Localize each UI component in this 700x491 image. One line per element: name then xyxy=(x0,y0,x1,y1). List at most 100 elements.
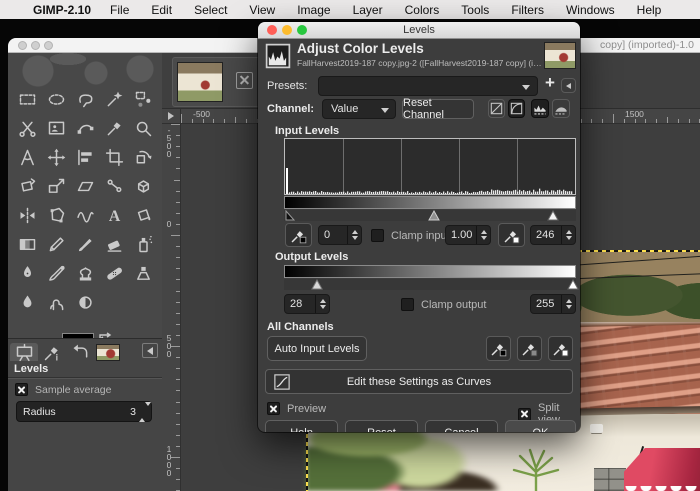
tool-rectangle-select[interactable] xyxy=(13,85,42,114)
window-minimize-button[interactable] xyxy=(31,41,40,50)
output-low-slider[interactable] xyxy=(311,279,323,290)
radius-spin-arrows[interactable] xyxy=(139,406,151,418)
clamp-input-checkbox[interactable] xyxy=(371,229,384,242)
tool-free-select[interactable] xyxy=(71,85,100,114)
ok-button[interactable]: OK xyxy=(505,420,576,432)
channel-dropdown[interactable]: Value xyxy=(322,99,396,119)
output-slider-track[interactable] xyxy=(284,279,576,290)
dialog-minimize-button[interactable] xyxy=(282,25,292,35)
menu-edit[interactable]: Edit xyxy=(140,3,183,17)
edit-as-curves-button[interactable]: Edit these Settings as Curves xyxy=(265,369,573,394)
tool-airbrush[interactable] xyxy=(129,230,158,259)
all-black-point-button[interactable] xyxy=(486,336,511,361)
radius-slider[interactable]: Radius 3 xyxy=(16,401,152,422)
all-gray-point-button[interactable] xyxy=(517,336,542,361)
window-close-button[interactable] xyxy=(18,41,27,50)
tool-paths[interactable] xyxy=(71,114,100,143)
menu-tools[interactable]: Tools xyxy=(450,3,500,17)
reset-button[interactable]: Reset xyxy=(345,420,418,432)
menu-image[interactable]: Image xyxy=(286,3,341,17)
linear-histogram-toggle[interactable] xyxy=(488,99,505,118)
tool-scale[interactable] xyxy=(42,172,71,201)
tool-warp-transform[interactable] xyxy=(71,201,100,230)
tool-measure[interactable] xyxy=(13,143,42,172)
help-button[interactable]: Help xyxy=(265,420,338,432)
dialog-close-button[interactable] xyxy=(267,25,277,35)
dock-menu-button[interactable] xyxy=(142,343,158,358)
image-tab[interactable] xyxy=(172,57,262,107)
tool-smudge[interactable] xyxy=(42,288,71,317)
tool-3d-transform[interactable] xyxy=(129,172,158,201)
vertical-ruler[interactable]: -50005001000 xyxy=(162,124,181,491)
auto-input-levels-button[interactable]: Auto Input Levels xyxy=(267,336,367,361)
menu-help[interactable]: Help xyxy=(626,3,673,17)
tool-bucket-fill[interactable] xyxy=(129,201,158,230)
input-high-slider[interactable] xyxy=(547,210,559,221)
cancel-button[interactable]: Cancel xyxy=(425,420,498,432)
sample-average-checkbox[interactable] xyxy=(15,383,28,396)
tool-select-by-color[interactable] xyxy=(129,85,158,114)
perceptual-toggle[interactable] xyxy=(508,99,525,118)
menu-colors[interactable]: Colors xyxy=(394,3,451,17)
menu-filters[interactable]: Filters xyxy=(500,3,555,17)
presets-dropdown[interactable] xyxy=(318,76,538,96)
tool-rotate[interactable] xyxy=(129,143,158,172)
tool-text[interactable]: A xyxy=(100,201,129,230)
tool-dodge-burn[interactable] xyxy=(71,288,100,317)
tool-scissors-select[interactable] xyxy=(13,114,42,143)
tab-pointer-info[interactable]: i xyxy=(38,343,66,361)
input-low-slider[interactable] xyxy=(284,210,296,221)
pick-black-point-button[interactable] xyxy=(285,223,312,247)
output-low-spinbox[interactable]: 28 xyxy=(284,294,330,314)
tool-foreground-select[interactable] xyxy=(42,114,71,143)
app-menu[interactable]: GIMP-2.10 xyxy=(25,3,99,17)
all-white-point-button[interactable] xyxy=(548,336,573,361)
output-high-spinbox[interactable]: 255 xyxy=(530,294,576,314)
tab-image-thumbnail[interactable] xyxy=(94,343,122,361)
preview-checkbox[interactable] xyxy=(267,402,280,415)
tool-clone[interactable] xyxy=(71,259,100,288)
tool-ink[interactable] xyxy=(13,259,42,288)
close-tab-icon[interactable] xyxy=(236,72,253,89)
tool-paintbrush[interactable] xyxy=(71,230,100,259)
menu-select[interactable]: Select xyxy=(183,3,238,17)
tool-pencil[interactable] xyxy=(42,230,71,259)
tool-ellipse-select[interactable] xyxy=(42,85,71,114)
split-view-checkbox[interactable] xyxy=(518,408,531,421)
clamp-output-checkbox[interactable] xyxy=(401,298,414,311)
input-low-spinbox[interactable]: 0 xyxy=(318,225,362,245)
output-high-slider[interactable] xyxy=(567,279,579,290)
tool-crop[interactable] xyxy=(100,143,129,172)
input-high-spinbox[interactable]: 246 xyxy=(530,225,576,245)
tool-mypaint-brush[interactable] xyxy=(42,259,71,288)
tool-flip[interactable] xyxy=(13,201,42,230)
tool-fuzzy-select[interactable] xyxy=(100,85,129,114)
tab-undo-history[interactable] xyxy=(66,343,94,361)
add-preset-button[interactable]: + xyxy=(545,73,555,93)
tool-color-picker[interactable] xyxy=(100,114,129,143)
gamma-spinbox[interactable]: 1.00 xyxy=(445,225,491,245)
tool-align[interactable] xyxy=(71,143,100,172)
tool-perspective-clone[interactable] xyxy=(129,259,158,288)
tool-zoom[interactable] xyxy=(129,114,158,143)
tool-shear[interactable] xyxy=(71,172,100,201)
dialog-titlebar[interactable]: Levels xyxy=(258,22,580,39)
tool-heal[interactable] xyxy=(100,259,129,288)
pick-white-point-button[interactable] xyxy=(498,223,525,247)
tool-gradient[interactable] xyxy=(13,230,42,259)
menu-file[interactable]: File xyxy=(99,3,140,17)
tool-handle-transform[interactable] xyxy=(100,172,129,201)
tool-move[interactable] xyxy=(42,143,71,172)
ruler-corner-button[interactable] xyxy=(162,109,181,124)
tool-blur-sharpen[interactable] xyxy=(13,288,42,317)
tool-eraser[interactable] xyxy=(100,230,129,259)
tool-cage-transform[interactable] xyxy=(42,201,71,230)
presets-menu-button[interactable] xyxy=(561,78,576,93)
menu-windows[interactable]: Windows xyxy=(555,3,626,17)
window-zoom-button[interactable] xyxy=(44,41,53,50)
histogram-log-button[interactable] xyxy=(552,99,570,118)
tab-tool-options[interactable] xyxy=(10,343,38,361)
dialog-zoom-button[interactable] xyxy=(297,25,307,35)
menu-view[interactable]: View xyxy=(238,3,286,17)
tool-unified-transform[interactable] xyxy=(13,172,42,201)
